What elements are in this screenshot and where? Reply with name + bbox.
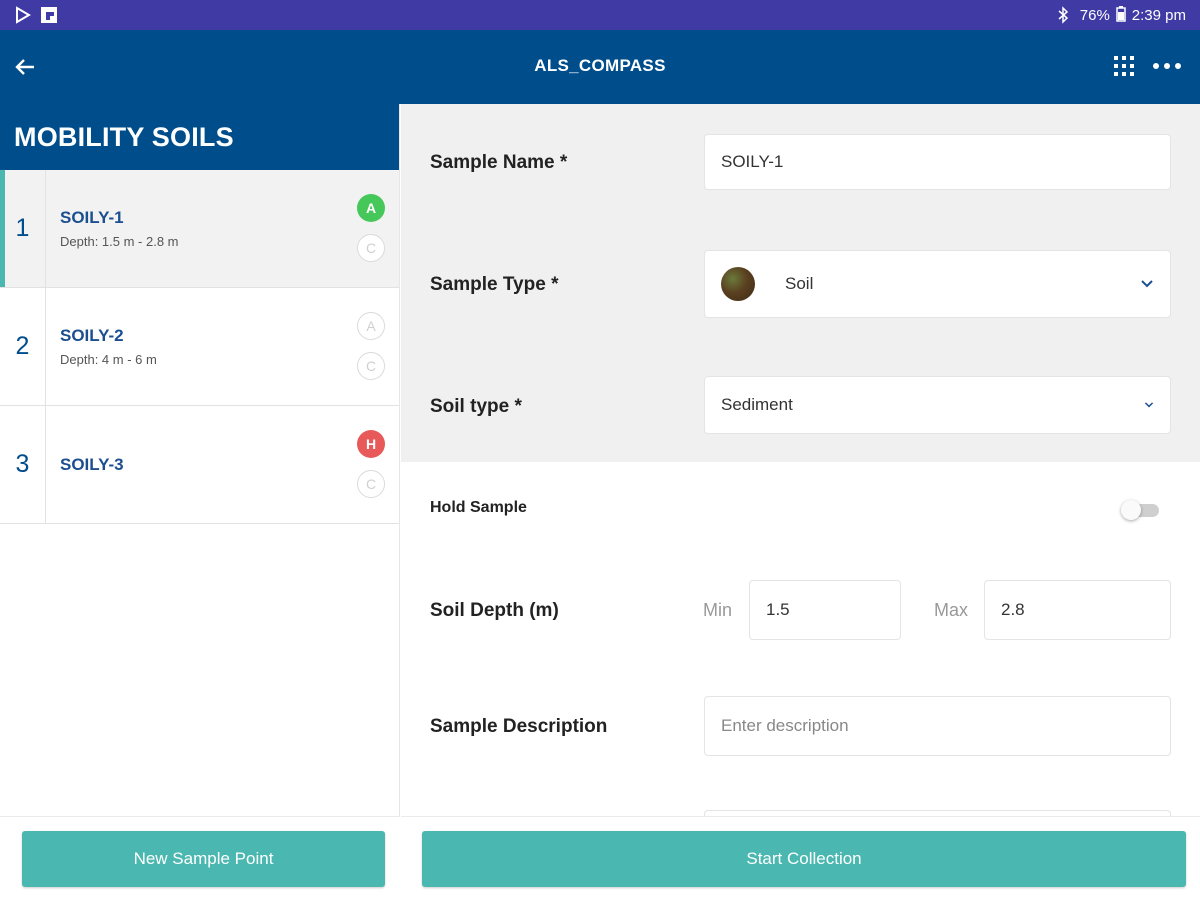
hold-sample-label: Hold Sample [430,499,527,516]
more-options-icon [1153,63,1181,69]
toggle-thumb [1121,500,1141,520]
max-depth-value: 2.8 [1001,600,1025,619]
sample-list-pane: MOBILITY SOILS 1 SOILY-1 Depth: 1.5 m - … [0,104,400,900]
status-badge-a: A [357,194,385,222]
sample-form-pane: Sample Name * SOILY-1 Sample Type * Soil… [401,104,1200,900]
more-options-button[interactable] [1150,52,1186,80]
sample-name-value: SOILY-1 [721,152,784,171]
status-bar-left [14,6,58,24]
chevron-down-icon [1144,402,1154,408]
hold-sample-toggle[interactable] [1121,498,1161,522]
sample-description-input[interactable]: Enter description [704,696,1171,756]
status-badge-a: A [357,312,385,340]
sample-name-input[interactable]: SOILY-1 [704,134,1171,190]
right-footer: Start Collection [401,816,1200,900]
sample-name: SOILY-1 [60,208,124,227]
app-title: ALS_COMPASS [534,56,666,75]
soil-type-value: Sediment [721,395,793,414]
soil-depth-label: Soil Depth (m) [430,600,559,621]
left-footer: New Sample Point [0,816,400,900]
sample-list-item-3[interactable]: 3 SOILY-3 H C [0,406,399,524]
sample-name: SOILY-2 [60,326,124,345]
soil-swatch-icon [721,267,755,301]
status-bar: 76% 2:39 pm [0,0,1200,30]
sample-type-select[interactable]: Soil [704,250,1171,318]
min-depth-value: 1.5 [766,600,790,619]
description-placeholder: Enter description [721,716,849,735]
chevron-down-icon [1141,280,1153,288]
status-bar-right: 76% 2:39 pm [1056,6,1186,24]
bluetooth-icon [1056,6,1074,24]
apps-grid-icon [1114,56,1134,76]
sample-name: SOILY-3 [60,455,124,474]
sample-number: 3 [0,406,46,523]
soil-type-select[interactable]: Sediment [704,376,1171,434]
min-depth-input[interactable]: 1.5 [749,580,901,640]
battery-percent: 76% [1079,6,1110,24]
battery-icon [1116,6,1126,24]
sample-type-value: Soil [785,274,814,293]
sample-depth: Depth: 4 m - 6 m [60,352,157,367]
new-sample-point-button[interactable]: New Sample Point [22,831,385,887]
play-store-icon [14,6,32,24]
app-bar: ALS_COMPASS [0,30,1200,104]
project-title: MOBILITY SOILS [0,104,399,170]
max-depth-input[interactable]: 2.8 [984,580,1171,640]
sample-type-label: Sample Type * [430,274,559,295]
flipboard-icon [40,6,58,24]
clock: 2:39 pm [1131,6,1186,24]
sample-list-item-1[interactable]: 1 SOILY-1 Depth: 1.5 m - 2.8 m A C [0,170,399,288]
status-badge-c: C [357,234,385,262]
sample-name-label: Sample Name * [430,152,568,173]
status-badge-h: H [357,430,385,458]
sample-description-label: Sample Description [430,716,608,737]
start-collection-button[interactable]: Start Collection [422,831,1186,887]
status-badge-c: C [357,352,385,380]
max-label: Max [934,600,969,620]
sample-list-item-2[interactable]: 2 SOILY-2 Depth: 4 m - 6 m A C [0,288,399,406]
sample-number: 1 [0,170,46,287]
soil-type-label: Soil type * [430,396,522,417]
sample-depth: Depth: 1.5 m - 2.8 m [60,234,179,249]
sample-number: 2 [0,288,46,405]
min-label: Min [703,600,733,620]
status-badge-c: C [357,470,385,498]
apps-grid-button[interactable] [1110,52,1138,80]
